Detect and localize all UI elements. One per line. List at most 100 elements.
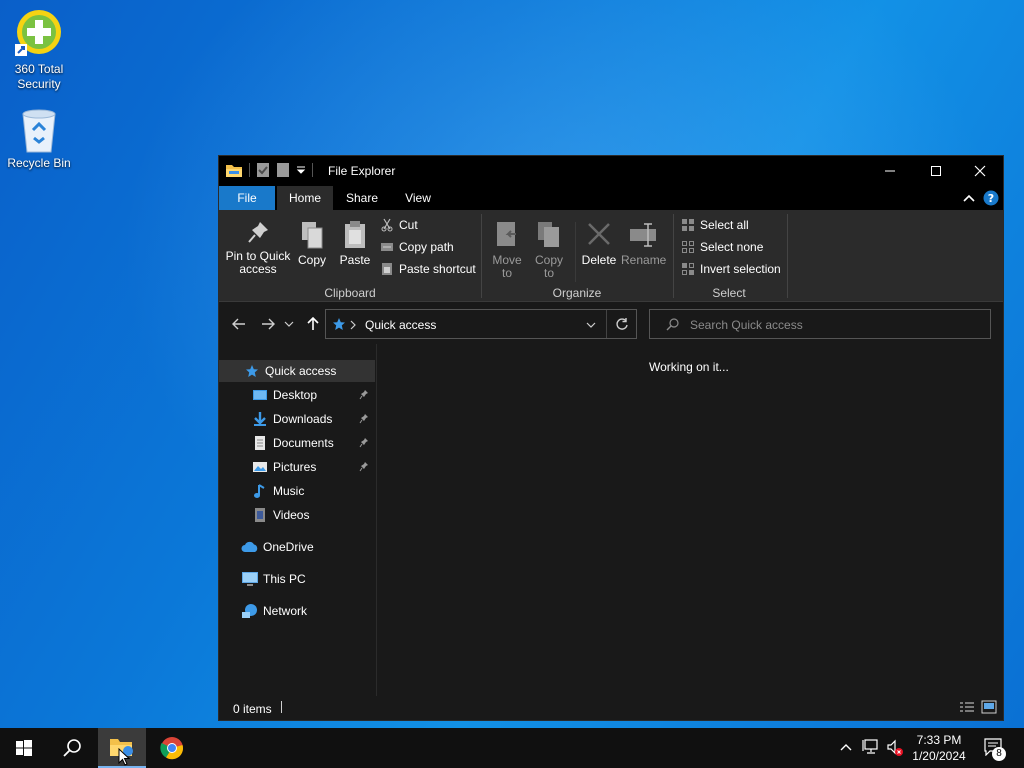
nav-item-this-pc[interactable]: This PC	[219, 568, 375, 590]
nav-item-onedrive[interactable]: OneDrive	[219, 536, 375, 558]
properties-icon[interactable]	[256, 162, 270, 178]
up-arrow-icon	[307, 317, 319, 330]
file-list-pane[interactable]: Working on it...	[378, 344, 1003, 696]
item-count: 0 items	[233, 702, 272, 716]
show-hidden-icons-chevron-icon[interactable]	[840, 742, 852, 752]
delete-button[interactable]: Delete	[579, 220, 619, 267]
recent-locations-button[interactable]	[282, 314, 296, 334]
organize-group-label: Organize	[552, 286, 602, 300]
rename-button[interactable]: Rename	[621, 220, 666, 267]
collapse-ribbon-chevron-icon[interactable]	[963, 193, 975, 203]
pin-icon[interactable]	[359, 437, 369, 449]
nav-item-pictures[interactable]: Pictures	[219, 456, 375, 478]
paste-shortcut-button[interactable]: Paste shortcut	[380, 260, 476, 278]
details-view-icon[interactable]	[959, 701, 975, 715]
desktop-icon-recycle-bin[interactable]: Recycle Bin	[1, 106, 77, 171]
nav-label: Pictures	[273, 460, 317, 474]
desktop-icon-label: 360 Total Security	[14, 62, 64, 91]
nav-item-downloads[interactable]: Downloads	[219, 408, 375, 430]
nav-label: Desktop	[273, 388, 318, 402]
tab-view[interactable]: View	[391, 186, 445, 210]
taskbar: 7:33 PM 1/20/2024 8	[0, 728, 1024, 768]
forward-arrow-icon	[262, 318, 275, 330]
folder-icon	[226, 165, 242, 177]
maximize-button[interactable]	[913, 156, 959, 186]
notification-count-badge: 8	[992, 747, 1006, 761]
desktop-icon-label: Recycle Bin	[7, 156, 71, 170]
copy-to-label: Copy to	[534, 253, 563, 280]
pin-to-quick-access-button[interactable]: Pin to Quick access	[225, 220, 291, 276]
pin-icon[interactable]	[359, 389, 369, 401]
address-bar[interactable]: Quick access	[325, 309, 637, 339]
cut-button[interactable]: Cut	[380, 216, 418, 234]
title-bar[interactable]: File Explorer	[219, 156, 1003, 186]
invert-selection-button[interactable]: Invert selection	[681, 260, 781, 278]
customize-toolbar-chevron-icon[interactable]	[296, 165, 306, 175]
nav-item-quick-access[interactable]: Quick access	[219, 360, 375, 382]
back-arrow-icon	[232, 318, 245, 330]
network-status-icon[interactable]	[862, 739, 880, 755]
select-all-icon	[682, 219, 694, 231]
mouse-cursor-icon	[118, 748, 130, 766]
copy-path-button[interactable]: Copy path	[380, 238, 454, 256]
paste-label: Paste	[339, 253, 371, 267]
volume-muted-icon[interactable]	[886, 739, 904, 757]
file-explorer-window: File Explorer File Home Share View ? Pin…	[218, 155, 1004, 721]
network-icon	[241, 602, 259, 620]
quick-access-star-icon	[333, 318, 345, 330]
search-box[interactable]: Search Quick access	[649, 309, 991, 339]
downloads-folder-icon	[251, 410, 269, 428]
help-icon[interactable]: ?	[983, 190, 999, 206]
onedrive-cloud-icon	[241, 538, 259, 556]
ribbon-divider	[575, 222, 576, 282]
nav-item-network[interactable]: Network	[219, 600, 375, 622]
select-none-button[interactable]: Select none	[681, 238, 763, 256]
large-icons-view-icon[interactable]	[981, 700, 997, 714]
select-all-button[interactable]: Select all	[681, 216, 749, 234]
status-divider	[281, 701, 282, 713]
refresh-icon[interactable]	[615, 317, 629, 331]
copy-to-button[interactable]: Copy to	[531, 220, 567, 280]
nav-item-videos[interactable]: Videos	[219, 504, 375, 526]
close-button[interactable]	[957, 156, 1003, 186]
pin-icon[interactable]	[359, 461, 369, 473]
back-button[interactable]	[229, 314, 249, 334]
new-folder-icon[interactable]	[276, 162, 290, 178]
windows-logo-icon	[16, 740, 32, 756]
clock-date: 1/20/2024	[912, 749, 966, 763]
tab-share[interactable]: Share	[335, 186, 389, 210]
up-button[interactable]	[303, 314, 323, 334]
forward-button[interactable]	[258, 314, 278, 334]
paste-shortcut-icon	[382, 263, 392, 275]
move-to-button[interactable]: Move to	[487, 220, 527, 280]
chevron-down-icon	[284, 321, 294, 327]
toolbar-divider	[249, 163, 250, 177]
search-button[interactable]	[48, 728, 96, 768]
copy-button[interactable]: Copy	[295, 220, 329, 267]
breadcrumb-chevron-icon[interactable]	[350, 320, 356, 330]
nav-item-desktop[interactable]: Desktop	[219, 384, 375, 406]
paste-button[interactable]: Paste	[337, 220, 373, 267]
nav-label: Quick access	[265, 364, 337, 378]
documents-folder-icon	[251, 434, 269, 452]
invert-selection-icon	[682, 263, 694, 275]
move-to-label: Move to	[492, 253, 522, 280]
taskbar-chrome[interactable]	[148, 728, 196, 768]
start-button[interactable]	[0, 728, 48, 768]
nav-item-documents[interactable]: Documents	[219, 432, 375, 454]
rename-icon	[630, 223, 656, 247]
recycle-bin-icon	[22, 109, 56, 153]
address-history-chevron-icon[interactable]	[586, 321, 596, 329]
nav-item-music[interactable]: Music	[219, 480, 375, 502]
360-security-icon	[15, 10, 61, 56]
desktop-icon-360-security[interactable]: 360 Total Security	[1, 8, 77, 92]
window-title: File Explorer	[328, 164, 396, 178]
tab-home[interactable]: Home	[277, 186, 333, 210]
paste-shortcut-label: Paste shortcut	[399, 262, 476, 276]
system-clock[interactable]: 7:33 PM 1/20/2024	[906, 732, 972, 764]
select-none-label: Select none	[700, 240, 764, 254]
pin-icon[interactable]	[359, 413, 369, 425]
tab-file[interactable]: File	[219, 186, 275, 210]
minimize-button[interactable]	[867, 156, 913, 186]
nav-label: Documents	[273, 436, 334, 450]
